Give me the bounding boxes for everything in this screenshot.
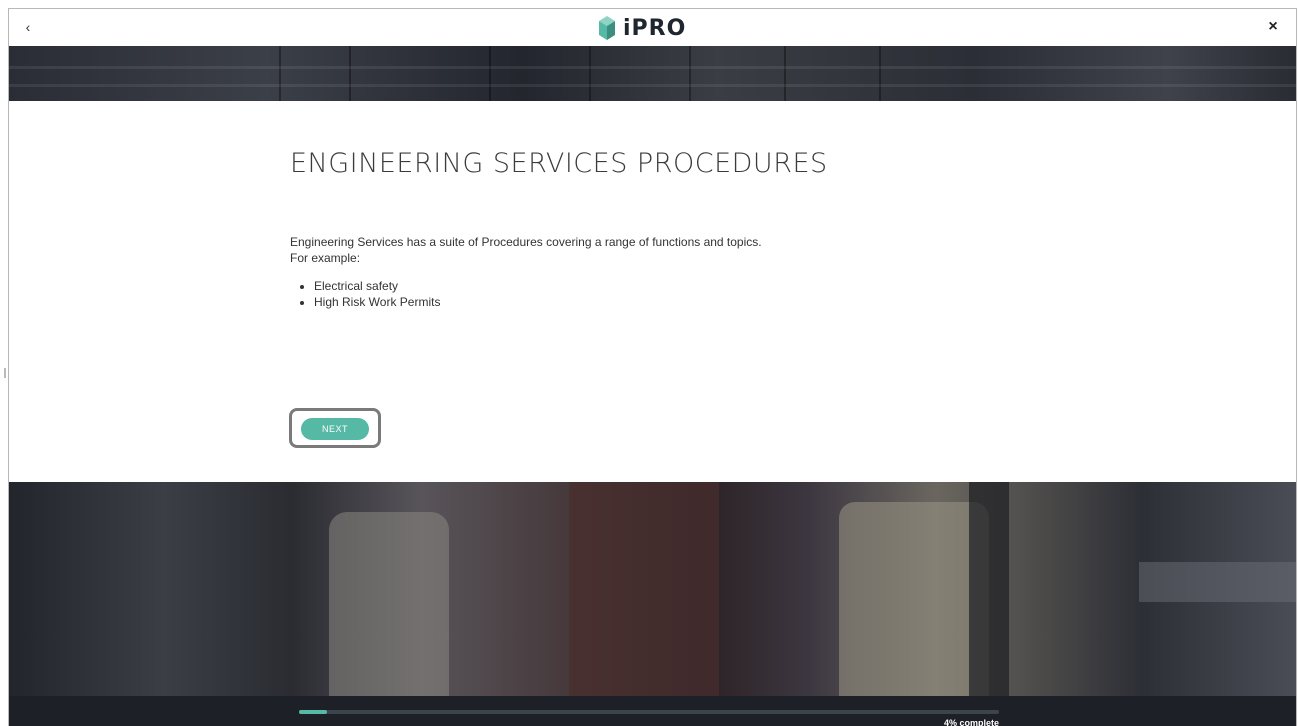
intro-line-2: For example: bbox=[290, 251, 361, 265]
intro-text: Engineering Services has a suite of Proc… bbox=[290, 234, 990, 266]
progress-label: 4% complete bbox=[943, 718, 999, 726]
lesson-window: ‹ iPRO × ENGINEERING SERVICES PROCEDURES… bbox=[8, 8, 1297, 726]
page-title: ENGINEERING SERVICES PROCEDURES bbox=[290, 148, 828, 179]
intro-line-1: Engineering Services has a suite of Proc… bbox=[290, 235, 762, 249]
hero-banner-bottom bbox=[9, 482, 1296, 696]
progress-footer: 4% complete bbox=[9, 696, 1296, 726]
top-bar: ‹ iPRO × bbox=[9, 9, 1296, 46]
close-icon[interactable]: × bbox=[1264, 17, 1282, 37]
hero-banner-top bbox=[9, 46, 1296, 101]
next-button-highlight: NEXT bbox=[289, 408, 381, 448]
progress-bar bbox=[299, 710, 999, 714]
next-button[interactable]: NEXT bbox=[301, 418, 369, 440]
left-edge-marker bbox=[4, 368, 6, 378]
back-chevron-icon[interactable]: ‹ bbox=[19, 17, 37, 37]
ipro-logo-icon bbox=[599, 16, 615, 40]
logo-text: iPRO bbox=[623, 15, 687, 41]
lesson-content: ENGINEERING SERVICES PROCEDURES Engineer… bbox=[9, 101, 1296, 482]
list-item: Electrical safety bbox=[314, 278, 440, 294]
ipro-logo: iPRO bbox=[597, 12, 686, 44]
progress-bar-fill bbox=[299, 710, 327, 714]
list-item: High Risk Work Permits bbox=[314, 294, 440, 310]
example-list: Electrical safety High Risk Work Permits bbox=[290, 278, 440, 310]
